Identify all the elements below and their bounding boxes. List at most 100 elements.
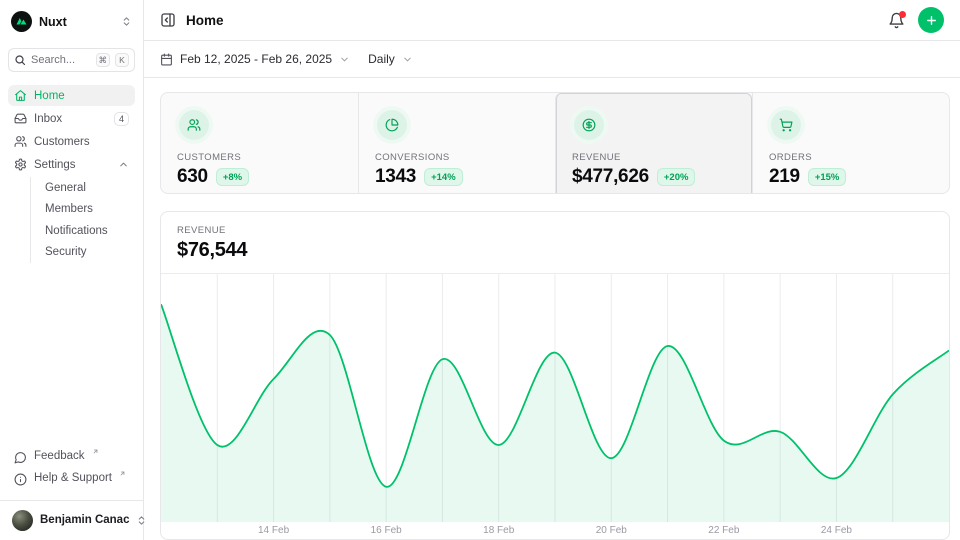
- inbox-count-badge: 4: [114, 112, 129, 126]
- stat-value: $477,626: [572, 166, 649, 188]
- x-axis-tick: 18 Feb: [483, 525, 514, 536]
- revenue-chart-card: REVENUE $76,544 14 Feb 16 Feb 18 Feb 20 Feb…: [160, 211, 950, 540]
- stat-label: ORDERS: [769, 152, 933, 163]
- chevrons-up-down-icon: [121, 16, 132, 27]
- sidebar-item-settings[interactable]: Settings: [8, 154, 135, 175]
- stat-label: CONVERSIONS: [375, 152, 539, 163]
- stats-strip: CUSTOMERS 630 +8% CONVERSIONS 1343 +14%: [160, 92, 950, 194]
- calendar-icon: [160, 53, 173, 66]
- sidebar-item-home[interactable]: Home: [8, 85, 135, 106]
- user-menu-button[interactable]: Benjamin Canac: [8, 507, 135, 533]
- settings-sub-list: General Members Notifications Security: [30, 177, 135, 263]
- delta-badge: +14%: [424, 168, 463, 186]
- plus-icon: [925, 14, 938, 27]
- granularity-select[interactable]: Daily: [368, 52, 413, 66]
- sidebar-item-general[interactable]: General: [31, 177, 135, 199]
- stat-value: 630: [177, 166, 208, 188]
- sidebar-item-label: Home: [34, 90, 65, 102]
- workspace-switcher[interactable]: Nuxt: [8, 8, 135, 35]
- kbd-cmd: ⌘: [96, 53, 111, 67]
- delta-badge: +8%: [216, 168, 249, 186]
- delta-badge: +20%: [657, 168, 696, 186]
- help-support-link[interactable]: Help & Support: [8, 469, 135, 491]
- delta-badge: +15%: [808, 168, 847, 186]
- stat-label: CUSTOMERS: [177, 152, 342, 163]
- chart-title: REVENUE: [177, 225, 933, 236]
- dashboard-content: CUSTOMERS 630 +8% CONVERSIONS 1343 +14%: [144, 78, 960, 540]
- sidebar-footer: Feedback Help & Support Benjamin Canac: [8, 447, 135, 540]
- info-circle-icon: [14, 473, 27, 486]
- chevron-up-icon: [118, 159, 129, 170]
- user-name: Benjamin Canac: [40, 514, 129, 526]
- inbox-icon: [14, 112, 27, 125]
- workspace-name: Nuxt: [39, 15, 114, 29]
- sidebar-item-label: Settings: [34, 159, 76, 171]
- sidebar: Nuxt ⌘ K Home Inbox 4 Cust: [0, 0, 144, 540]
- dashboard-app: Nuxt ⌘ K Home Inbox 4 Cust: [0, 0, 960, 540]
- revenue-area-chart: [161, 274, 949, 522]
- stat-value: 1343: [375, 166, 416, 188]
- main-area: Home Feb 12, 2025 - Feb 26, 2025: [144, 0, 960, 540]
- sidebar-item-security[interactable]: Security: [31, 242, 135, 264]
- x-axis-tick: 14 Feb: [258, 525, 289, 536]
- users-icon: [179, 110, 209, 140]
- chevron-down-icon: [402, 54, 413, 65]
- dollar-circle-icon: [574, 110, 604, 140]
- search-input-wrapper: ⌘ K: [8, 48, 135, 72]
- sidebar-item-inbox[interactable]: Inbox 4: [8, 108, 135, 129]
- top-header: Home: [144, 0, 960, 41]
- footer-link-label: Help & Support: [34, 472, 112, 484]
- stat-card-revenue[interactable]: REVENUE $477,626 +20%: [555, 93, 752, 194]
- chat-bubble-icon: [14, 451, 27, 464]
- users-icon: [14, 135, 27, 148]
- pie-chart-icon: [377, 110, 407, 140]
- sub-item-label: General: [45, 182, 86, 194]
- footer-link-label: Feedback: [34, 450, 85, 462]
- sidebar-item-label: Customers: [34, 136, 90, 148]
- sub-item-label: Notifications: [45, 225, 108, 237]
- granularity-label: Daily: [368, 52, 395, 66]
- feedback-link[interactable]: Feedback: [8, 447, 135, 469]
- sidebar-item-label: Inbox: [34, 113, 62, 125]
- chart-total-value: $76,544: [177, 239, 933, 262]
- home-icon: [14, 89, 27, 102]
- chevron-down-icon: [339, 54, 350, 65]
- page-title: Home: [186, 13, 224, 28]
- stat-value: 219: [769, 166, 800, 188]
- sidebar-item-members[interactable]: Members: [31, 199, 135, 221]
- x-axis-labels: 14 Feb 16 Feb 18 Feb 20 Feb 22 Feb 24 Feb: [161, 522, 949, 540]
- filter-toolbar: Feb 12, 2025 - Feb 26, 2025 Daily: [144, 41, 960, 78]
- stat-label: REVENUE: [572, 152, 736, 163]
- sub-item-label: Security: [45, 246, 87, 258]
- external-link-icon: [119, 470, 126, 477]
- x-axis-tick: 20 Feb: [596, 525, 627, 536]
- notification-dot: [899, 11, 906, 18]
- sidebar-nav: Home Inbox 4 Customers Settings: [8, 85, 135, 265]
- date-range-picker[interactable]: Feb 12, 2025 - Feb 26, 2025: [160, 52, 350, 66]
- cart-icon: [771, 110, 801, 140]
- stat-card-conversions[interactable]: CONVERSIONS 1343 +14%: [358, 93, 555, 194]
- x-axis-tick: 16 Feb: [371, 525, 402, 536]
- avatar: [12, 510, 33, 531]
- date-range-label: Feb 12, 2025 - Feb 26, 2025: [180, 52, 332, 66]
- stat-card-orders[interactable]: ORDERS 219 +15%: [752, 93, 949, 194]
- gear-icon: [14, 158, 27, 171]
- chart-header: REVENUE $76,544: [161, 212, 949, 274]
- x-axis-tick: 22 Feb: [708, 525, 739, 536]
- search-icon: [14, 54, 26, 66]
- collapse-sidebar-button[interactable]: [160, 12, 176, 28]
- panel-collapse-icon: [160, 12, 176, 28]
- sidebar-item-customers[interactable]: Customers: [8, 131, 135, 152]
- add-button[interactable]: [918, 7, 944, 33]
- search-input[interactable]: [31, 54, 91, 66]
- external-link-icon: [92, 448, 99, 455]
- x-axis-tick: 24 Feb: [821, 525, 852, 536]
- kbd-k: K: [115, 53, 129, 67]
- stat-card-customers[interactable]: CUSTOMERS 630 +8%: [161, 93, 358, 194]
- notifications-button[interactable]: [888, 12, 905, 29]
- sidebar-item-notifications[interactable]: Notifications: [31, 220, 135, 242]
- nuxt-logo-icon: [11, 11, 32, 32]
- sub-item-label: Members: [45, 203, 93, 215]
- user-section: Benjamin Canac: [0, 500, 143, 540]
- chart-canvas: [161, 274, 949, 522]
